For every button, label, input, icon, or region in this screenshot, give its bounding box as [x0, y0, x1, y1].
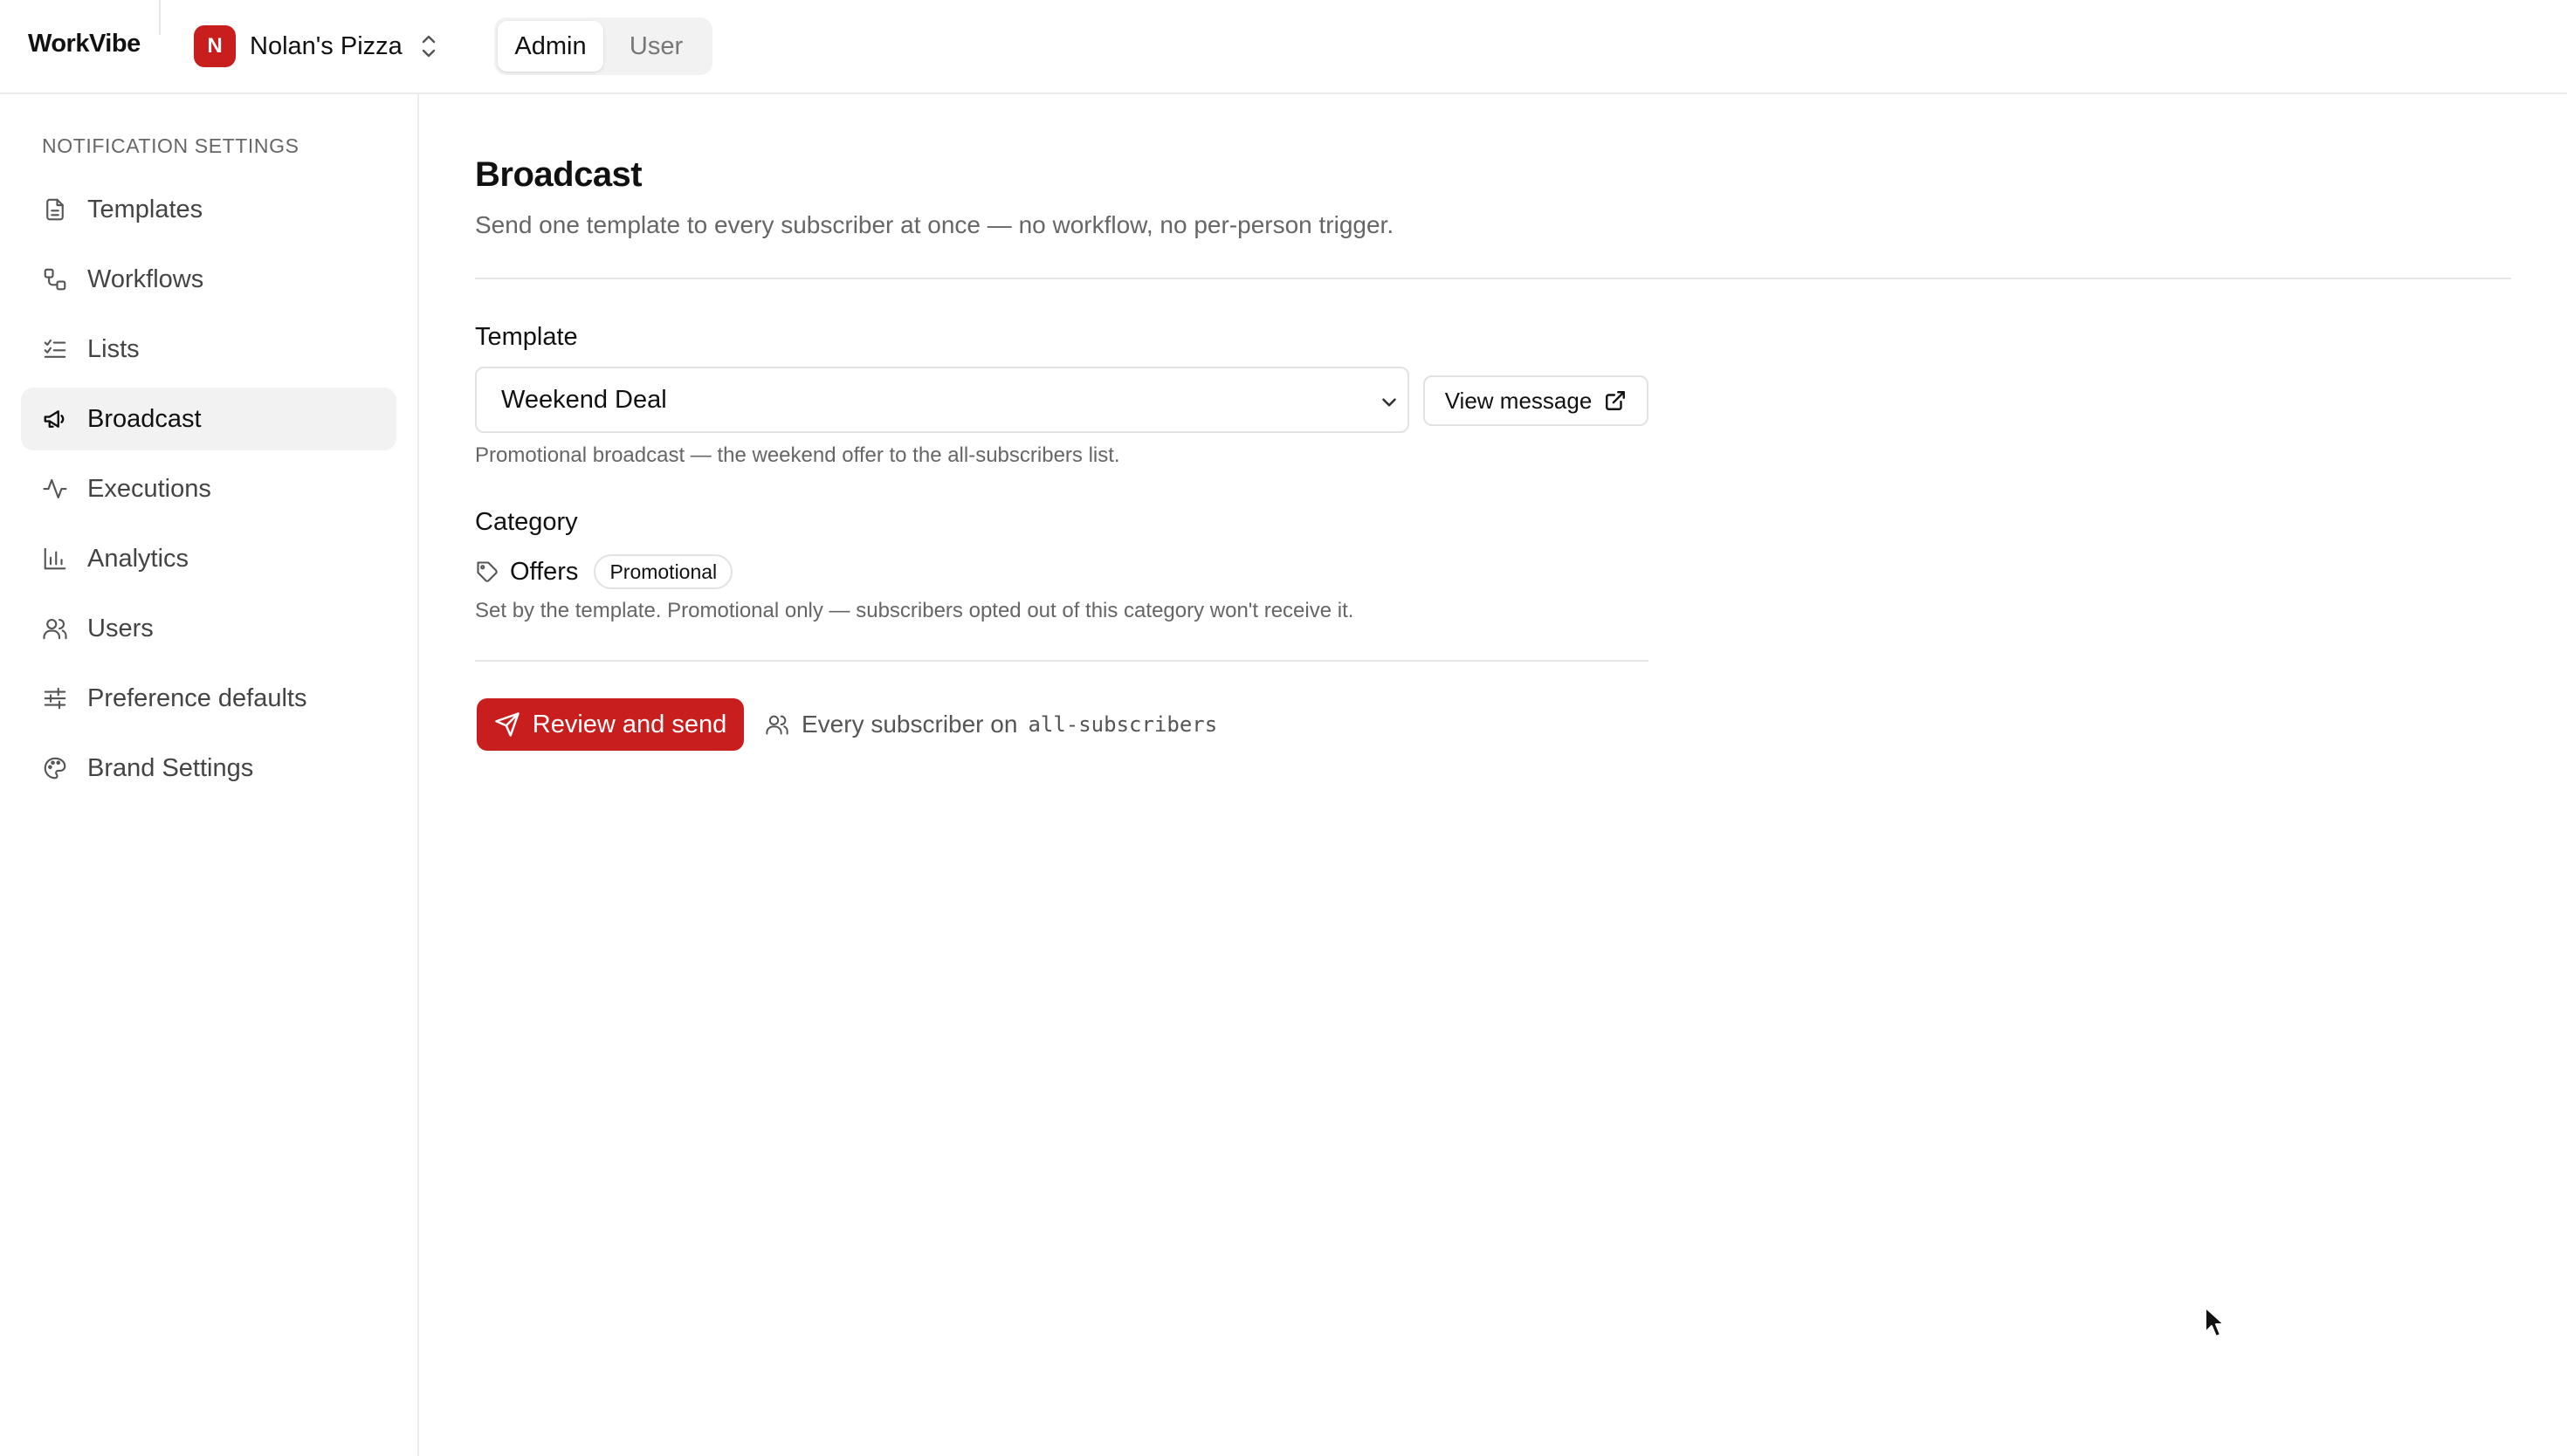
sidebar-item-label: Executions — [87, 474, 211, 503]
bar-chart-icon — [42, 546, 68, 572]
page-subtitle: Send one template to every subscriber at… — [475, 211, 1394, 238]
view-message-label: View message — [1444, 387, 1593, 414]
sidebar: NOTIFICATION SETTINGS Templates Workflow… — [0, 94, 419, 1456]
role-user-button[interactable]: User — [603, 21, 709, 72]
app-logo[interactable]: WorkVibe — [28, 30, 141, 58]
audience-prefix: Every subscriber on — [802, 711, 1018, 738]
users-icon — [766, 715, 788, 735]
org-name: Nolan's Pizza — [250, 31, 403, 60]
sidebar-heading: NOTIFICATION SETTINGS — [42, 134, 299, 157]
mouse-pointer-icon — [2205, 1307, 2225, 1337]
users-icon — [42, 615, 68, 642]
org-switcher[interactable]: N Nolan's Pizza — [194, 24, 439, 68]
category-row: Offers Promotional — [475, 552, 733, 592]
template-select-value: Weekend Deal — [501, 386, 667, 414]
header-divider — [475, 278, 2511, 279]
role-admin-button[interactable]: Admin — [498, 21, 603, 72]
send-icon — [495, 712, 520, 737]
sidebar-item-workflows[interactable]: Workflows — [21, 248, 396, 311]
sidebar-item-templates[interactable]: Templates — [21, 178, 396, 241]
chevron-down-icon — [1382, 398, 1396, 407]
sidebar-item-label: Preference defaults — [87, 683, 307, 712]
tag-icon — [477, 561, 498, 582]
list-check-icon — [42, 336, 68, 362]
sliders-icon — [42, 685, 68, 711]
sidebar-item-brand-settings[interactable]: Brand Settings — [21, 737, 396, 800]
external-link-icon — [1606, 391, 1626, 410]
activity-icon — [42, 476, 68, 502]
sidebar-item-analytics[interactable]: Analytics — [21, 527, 396, 590]
category-name: Offers — [510, 557, 579, 586]
sidebar-item-lists[interactable]: Lists — [21, 318, 396, 381]
view-message-button[interactable]: View message — [1423, 375, 1648, 426]
template-select[interactable]: Weekend Deal — [475, 367, 1409, 433]
category-badge: Promotional — [594, 554, 733, 589]
sidebar-item-label: Brand Settings — [87, 753, 254, 782]
sidebar-item-label: Users — [87, 614, 154, 642]
sidebar-item-label: Lists — [87, 334, 140, 363]
review-and-send-button[interactable]: Review and send — [477, 698, 744, 751]
sidebar-item-label: Broadcast — [87, 404, 202, 433]
audience-summary: Every subscriber on all-subscribers — [765, 705, 1217, 744]
page-title: Broadcast — [475, 155, 643, 194]
org-avatar: N — [194, 25, 236, 67]
sidebar-item-executions[interactable]: Executions — [21, 457, 396, 520]
megaphone-icon — [42, 406, 68, 432]
template-label: Template — [475, 323, 578, 351]
sidebar-item-broadcast[interactable]: Broadcast — [21, 388, 396, 450]
sidebar-item-label: Workflows — [87, 264, 204, 293]
chevron-up-down-icon — [422, 35, 435, 58]
review-and-send-label: Review and send — [532, 710, 727, 738]
brand-divider — [159, 0, 161, 35]
audience-list-name: all-subscribers — [1028, 712, 1218, 737]
sidebar-nav: Templates Workflows Lists Broadcast Exec — [21, 178, 396, 807]
category-label: Category — [475, 508, 578, 536]
palette-icon — [42, 755, 68, 781]
category-help-text: Set by the template. Promotional only — … — [475, 599, 1354, 622]
sidebar-item-label: Templates — [87, 195, 203, 223]
top-bar: WorkVibe N Nolan's Pizza Admin User — [0, 0, 2567, 94]
sidebar-item-users[interactable]: Users — [21, 597, 396, 660]
sidebar-item-preference-defaults[interactable]: Preference defaults — [21, 667, 396, 730]
template-help-text: Promotional broadcast — the weekend offe… — [475, 443, 1120, 467]
section-divider — [475, 660, 1648, 662]
workflow-icon — [42, 266, 68, 292]
sidebar-item-label: Analytics — [87, 544, 189, 573]
document-icon — [42, 196, 68, 223]
role-toggle: Admin User — [494, 17, 712, 75]
